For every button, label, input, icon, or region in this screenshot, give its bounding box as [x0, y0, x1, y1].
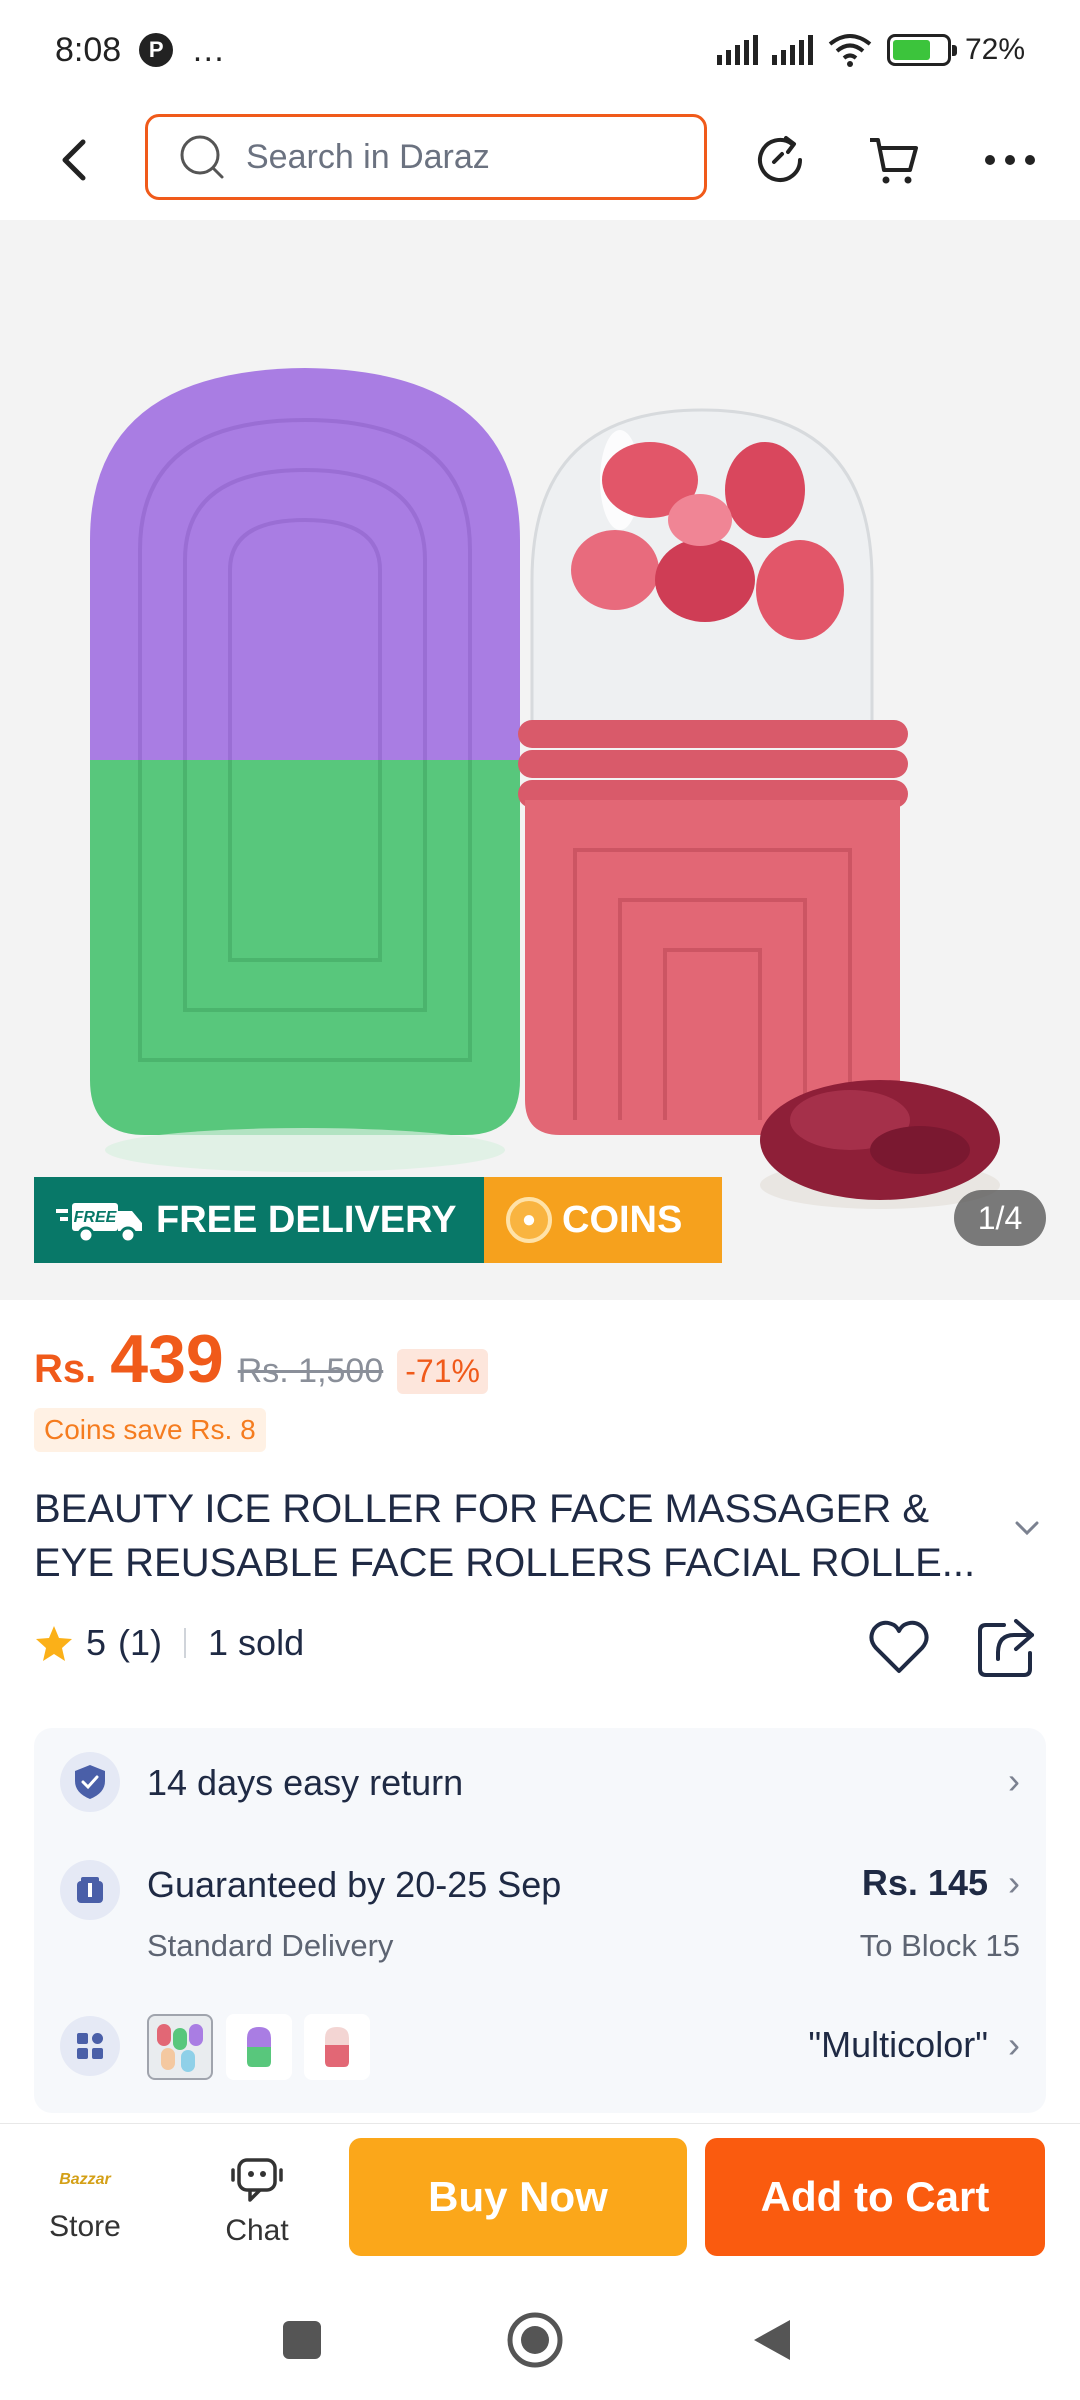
- recents-button[interactable]: [272, 2310, 332, 2370]
- image-counter: 1/4: [954, 1190, 1046, 1246]
- rating-row[interactable]: 5 (1) 1 sold: [34, 1622, 304, 1664]
- variant-selected-wrap: "Multicolor" ›: [808, 2024, 1020, 2066]
- wifi-icon: [828, 34, 872, 67]
- delivery-location: To Block 15: [859, 1928, 1020, 1963]
- home-button[interactable]: [505, 2310, 565, 2370]
- variant-selected: "Multicolor": [808, 2024, 988, 2065]
- cart-button[interactable]: [862, 128, 926, 192]
- product-title-line2: EYE REUSABLE FACE ROLLERS FACIAL ROLLE..…: [34, 1541, 976, 1585]
- delivery-icon-wrap: [60, 1860, 120, 1920]
- delivery-price: Rs. 145: [861, 1862, 988, 1903]
- swatch-multicolor-image: [157, 2024, 203, 2072]
- buy-now-button[interactable]: Buy Now: [349, 2138, 687, 2256]
- top-header: Search in Daraz: [0, 100, 1080, 220]
- status-bar: 8:08 P … 72%: [0, 0, 1080, 100]
- service-info-card: 14 days easy return › Guaranteed by 20-2…: [34, 1728, 1046, 2113]
- free-delivery-text: FREE DELIVERY: [156, 1198, 457, 1241]
- history-button[interactable]: [748, 128, 812, 192]
- swatch-green-purple-image: [247, 2027, 271, 2067]
- search-input[interactable]: Search in Daraz: [145, 114, 707, 200]
- delivery-subtitle: Standard Delivery: [147, 1928, 394, 1963]
- discount-badge: -71%: [397, 1349, 488, 1394]
- wishlist-button[interactable]: [866, 1615, 932, 1681]
- chat-label: Chat: [225, 2213, 289, 2247]
- signal-icon: [716, 35, 758, 65]
- share-button[interactable]: [974, 1615, 1040, 1681]
- free-delivery-badge: FREE FREE DELIVERY: [34, 1177, 484, 1263]
- chevron-right-icon: ›: [1008, 1760, 1020, 1801]
- cart-icon: [870, 138, 918, 184]
- coin-icon: ●: [506, 1197, 552, 1243]
- store-logo-text: Bazzar: [59, 2170, 111, 2188]
- add-to-cart-button[interactable]: Add to Cart: [705, 2138, 1045, 2256]
- expand-title-button[interactable]: [1014, 1520, 1040, 1541]
- price-row: Rs. 439 Rs. 1,500 -71%: [34, 1320, 488, 1398]
- heart-icon: [869, 1620, 929, 1673]
- return-icon-wrap: [60, 1752, 120, 1812]
- store-logo: Bazzar: [55, 2160, 115, 2200]
- search-icon: [180, 135, 224, 179]
- star-icon: [36, 1626, 72, 1661]
- sold-count: 1 sold: [208, 1622, 305, 1663]
- pinterest-icon: P: [139, 33, 174, 67]
- promo-badges: FREE FREE DELIVERY ● COINS: [34, 1177, 722, 1263]
- chat-bot-icon: [231, 2157, 283, 2202]
- delivery-row[interactable]: Guaranteed by 20-25 Sep Standard Deliver…: [34, 1836, 1046, 1986]
- free-icon-text: FREE: [74, 1209, 118, 1226]
- delivery-title: Guaranteed by 20-25 Sep: [147, 1864, 562, 1905]
- return-text: 14 days easy return: [147, 1762, 464, 1803]
- price-currency: Rs.: [34, 1347, 97, 1391]
- grid-icon: [77, 2033, 103, 2059]
- home-circle-icon: [507, 2312, 563, 2368]
- delivery-price-wrap: Rs. 145 ›: [862, 1862, 1020, 1904]
- swatch-pink-image: [325, 2027, 349, 2067]
- clock: 8:08: [55, 30, 122, 69]
- price-value: 439: [110, 1321, 224, 1397]
- product-title-line1: BEAUTY ICE ROLLER FOR FACE MASSAGER &: [34, 1487, 930, 1531]
- store-label: Store: [49, 2209, 121, 2243]
- product-image-gallery[interactable]: FREE FREE DELIVERY ● COINS 1/4: [0, 220, 1080, 1300]
- package-icon: [77, 1877, 103, 1903]
- variant-swatch-multicolor[interactable]: [147, 2014, 213, 2080]
- original-price: Rs. 1,500: [237, 1352, 384, 1390]
- refresh-icon: [758, 136, 802, 182]
- back-button[interactable]: [50, 132, 98, 188]
- more-options-button[interactable]: [978, 128, 1042, 192]
- share-icon: [978, 1619, 1034, 1677]
- chevron-right-icon: ›: [1008, 2024, 1020, 2065]
- chevron-left-icon: [62, 139, 86, 181]
- more-dots-icon: [985, 155, 1035, 165]
- variant-icon-wrap: [60, 2016, 120, 2076]
- system-navigation-bar: [0, 2278, 1080, 2400]
- rating-count: (1): [118, 1622, 163, 1663]
- chevron-right-icon: ›: [1008, 1862, 1020, 1903]
- return-policy-row[interactable]: 14 days easy return ›: [34, 1728, 1046, 1836]
- variant-swatch-pink[interactable]: [304, 2014, 370, 2080]
- divider: [184, 1628, 187, 1658]
- chat-button[interactable]: Chat: [182, 2124, 332, 2279]
- more-notifications-icon: …: [191, 30, 226, 69]
- square-icon: [283, 2321, 321, 2359]
- signal-icon-2: [771, 35, 813, 65]
- battery-percent: 72%: [964, 33, 1025, 66]
- battery-icon: [886, 34, 957, 66]
- coins-save-tag: Coins save Rs. 8: [34, 1408, 266, 1452]
- chevron-down-icon: [1015, 1521, 1039, 1536]
- product-title[interactable]: BEAUTY ICE ROLLER FOR FACE MASSAGER & EY…: [34, 1482, 994, 1590]
- search-placeholder: Search in Daraz: [246, 137, 490, 176]
- delivery-truck-icon: FREE: [56, 1203, 142, 1244]
- variant-row[interactable]: "Multicolor" ›: [34, 1986, 1046, 2113]
- system-back-button[interactable]: [742, 2310, 802, 2370]
- store-button[interactable]: Bazzar Store: [10, 2124, 160, 2279]
- coins-text: COINS: [562, 1198, 683, 1241]
- coins-badge: ● COINS: [484, 1177, 722, 1263]
- shield-check-icon: [75, 1765, 105, 1799]
- product-image: [90, 368, 1000, 1209]
- rating-score: 5: [86, 1622, 107, 1663]
- triangle-back-icon: [754, 2320, 790, 2360]
- variant-swatch-green-purple[interactable]: [226, 2014, 292, 2080]
- return-chevron: ›: [1008, 1760, 1020, 1802]
- bottom-action-bar: Bazzar Store Chat Buy Now Add to Cart: [0, 2123, 1080, 2278]
